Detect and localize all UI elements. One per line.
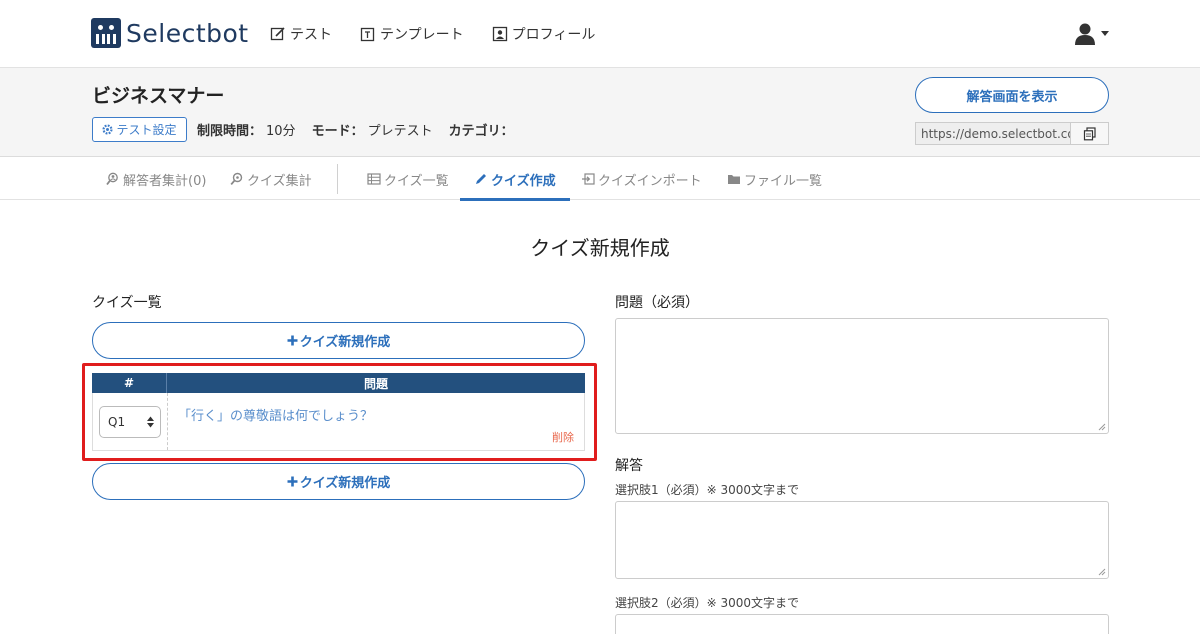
edit-icon bbox=[270, 27, 285, 41]
import-icon bbox=[582, 173, 595, 185]
brand-name: Selectbot bbox=[126, 18, 249, 48]
tab-respondent-summary[interactable]: 解答者集計(0) bbox=[106, 158, 206, 200]
nav-item-label: テンプレート bbox=[380, 27, 464, 43]
mode-label: モード： bbox=[311, 124, 364, 139]
quiz-table: # 問題 Q1 「行く」の尊敬語は何でしょう？ 削除 bbox=[92, 373, 585, 451]
new-quiz-button-bottom[interactable]: クイズ新規作成 bbox=[92, 463, 585, 500]
updown-arrows-icon bbox=[147, 416, 154, 427]
resize-grip-icon bbox=[1098, 568, 1106, 576]
search-icon bbox=[230, 172, 243, 185]
quiz-table-header: # 問題 bbox=[92, 373, 585, 393]
test-url-field[interactable]: https://demo.selectbot.co bbox=[915, 122, 1070, 145]
new-quiz-button-top[interactable]: クイズ新規作成 bbox=[92, 322, 585, 359]
quiz-order-select[interactable]: Q1 bbox=[99, 405, 161, 438]
copy-url-button[interactable] bbox=[1070, 122, 1109, 145]
question-label: 問題（必須） bbox=[615, 295, 699, 311]
plus-icon bbox=[287, 476, 298, 487]
plus-icon bbox=[287, 335, 298, 346]
tab-quiz-create[interactable]: クイズ作成 bbox=[460, 158, 570, 201]
folder-icon bbox=[728, 175, 740, 184]
tab-quiz-summary[interactable]: クイズ集計 bbox=[230, 158, 312, 200]
list-icon bbox=[367, 173, 381, 185]
nav-item-profile[interactable]: プロフィール bbox=[492, 24, 596, 44]
test-tabs: 解答者集計(0) クイズ集計 クイズ一覧 クイズ作成 クイズインポート ファイル… bbox=[0, 158, 1200, 201]
user-search-icon bbox=[106, 172, 118, 186]
answer-label: 解答 bbox=[615, 458, 643, 474]
robot-logo-icon bbox=[91, 18, 121, 48]
mode-value: プレテスト bbox=[367, 124, 433, 139]
show-answer-screen-button[interactable]: 解答画面を表示 bbox=[915, 77, 1109, 113]
test-title: ビジネスマナー bbox=[92, 85, 225, 107]
gear-icon bbox=[102, 124, 114, 135]
brand-logo[interactable]: Selectbot bbox=[91, 17, 249, 49]
time-limit-value: 10分 bbox=[266, 124, 296, 139]
profile-icon bbox=[492, 26, 507, 42]
nav-item-test[interactable]: テスト bbox=[270, 24, 332, 44]
delete-quiz-link[interactable]: 削除 bbox=[552, 429, 574, 445]
page-title: クイズ新規作成 bbox=[530, 236, 670, 260]
pencil-icon bbox=[476, 174, 486, 184]
top-navbar: Selectbot テスト テンプレート プロフィール bbox=[0, 0, 1200, 68]
choice1-textarea[interactable] bbox=[615, 501, 1109, 579]
template-icon bbox=[360, 27, 375, 42]
choice2-label: 選択肢2（必須）※ 3000文字まで bbox=[615, 596, 800, 610]
user-icon bbox=[1075, 23, 1095, 45]
tab-divider bbox=[337, 164, 338, 194]
column-header-number: # bbox=[92, 373, 167, 393]
tab-file-list[interactable]: ファイル一覧 bbox=[727, 158, 822, 200]
quiz-question-link[interactable]: 「行く」の尊敬語は何でしょう？ bbox=[178, 405, 373, 424]
column-header-question: 問題 bbox=[363, 376, 388, 391]
nav-item-label: テスト bbox=[290, 27, 332, 43]
tab-quiz-list[interactable]: クイズ一覧 bbox=[367, 158, 449, 200]
copy-icon bbox=[1083, 126, 1096, 140]
nav-item-template[interactable]: テンプレート bbox=[360, 24, 464, 44]
category-label: カテゴリ： bbox=[448, 124, 514, 139]
time-limit-label: 制限時間： bbox=[197, 124, 263, 139]
choice1-label: 選択肢1（必須）※ 3000文字まで bbox=[615, 483, 800, 497]
user-menu[interactable] bbox=[1073, 22, 1109, 46]
resize-grip-icon bbox=[1098, 423, 1106, 431]
table-row: Q1 「行く」の尊敬語は何でしょう？ 削除 bbox=[92, 393, 585, 451]
nav-item-label: プロフィール bbox=[511, 27, 596, 43]
caret-down-icon bbox=[1101, 31, 1109, 36]
test-settings-button[interactable]: テスト設定 bbox=[92, 117, 187, 142]
choice2-textarea[interactable] bbox=[615, 614, 1109, 634]
test-header: ビジネスマナー テスト設定 制限時間： 10分 モード： プレテスト カテゴリ：… bbox=[0, 68, 1200, 157]
question-textarea[interactable] bbox=[615, 318, 1109, 434]
tab-quiz-import[interactable]: クイズインポート bbox=[581, 158, 702, 200]
quiz-list-label: クイズ一覧 bbox=[92, 295, 162, 311]
test-meta: 制限時間： 10分 モード： プレテスト カテゴリ： bbox=[197, 120, 518, 139]
